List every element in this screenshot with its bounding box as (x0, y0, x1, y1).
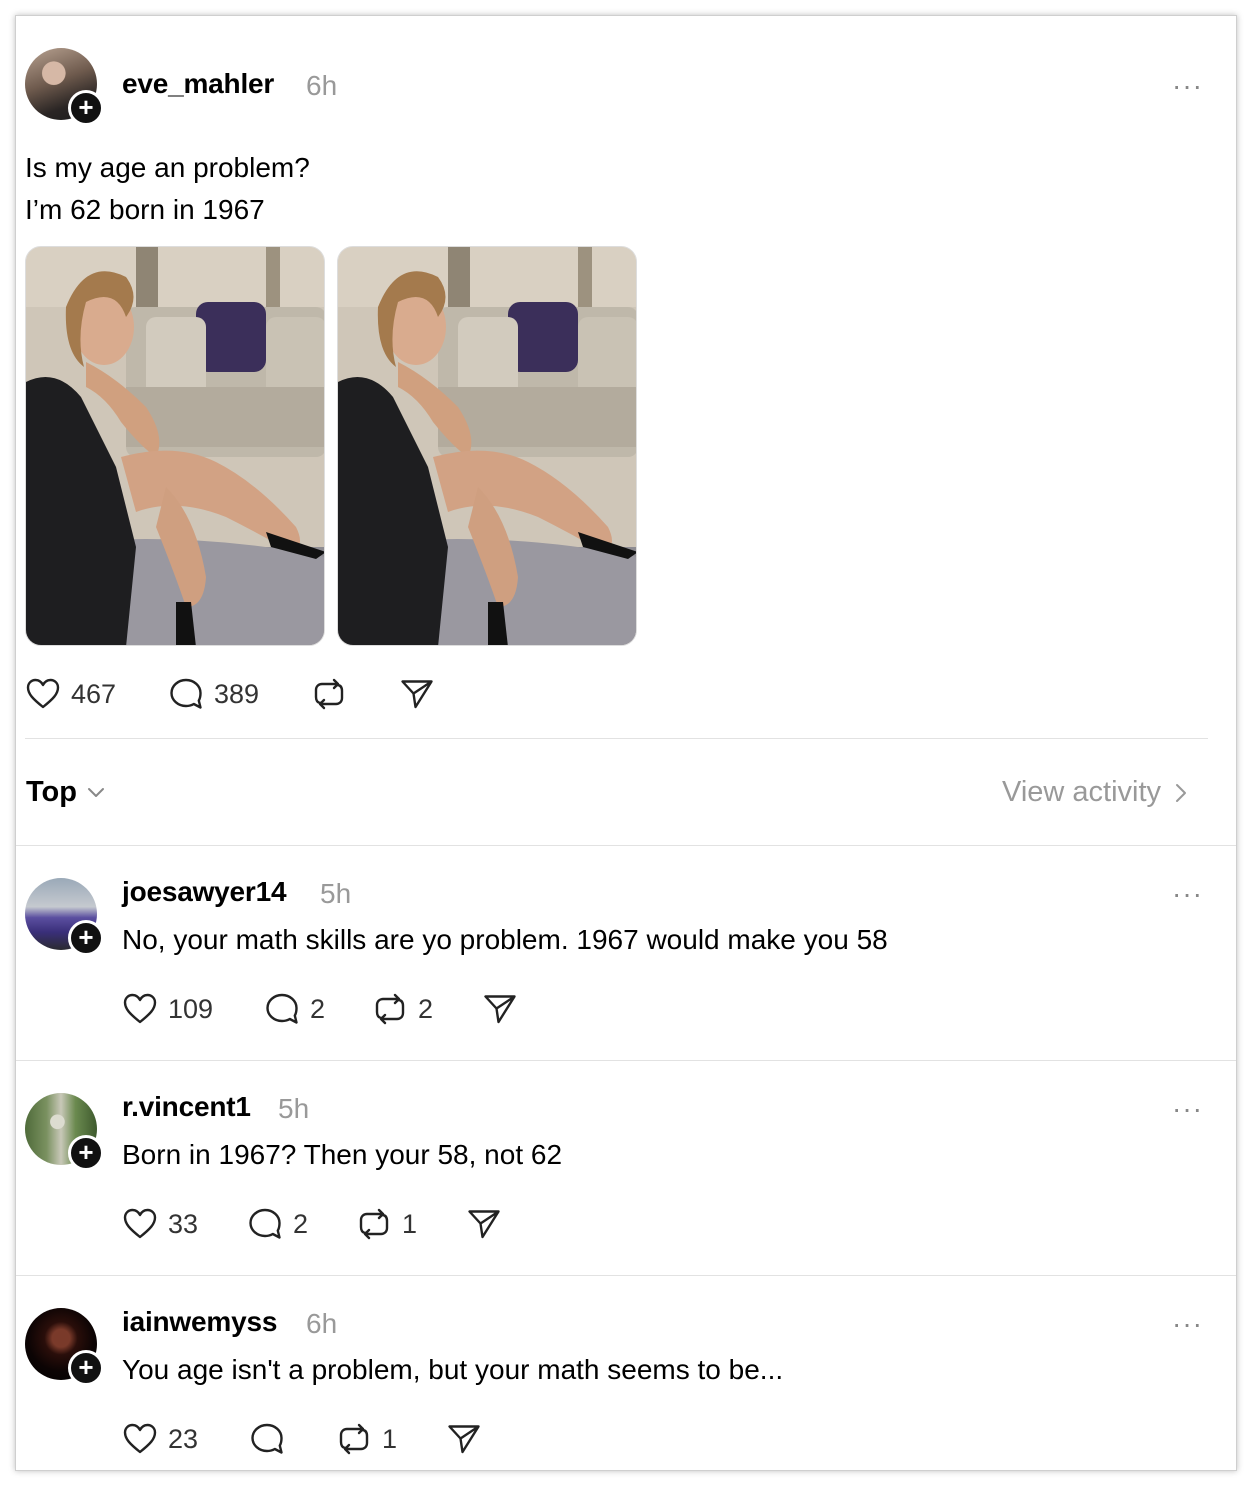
view-activity-link[interactable]: View activity (1002, 776, 1187, 809)
share-button[interactable] (399, 676, 435, 712)
divider (16, 845, 1236, 846)
chevron-down-icon (88, 787, 104, 797)
comment-icon (168, 676, 204, 712)
comment-icon (264, 991, 300, 1027)
comment-icon (247, 1206, 283, 1242)
post-time: 6h (306, 70, 338, 101)
repost-button[interactable]: 1 (336, 1421, 397, 1457)
send-icon (446, 1421, 482, 1457)
share-button[interactable] (482, 991, 518, 1027)
post-text: Is my age an problem? I’m 62 born in 196… (25, 147, 310, 231)
post-photo[interactable] (25, 246, 325, 646)
more-dots-icon[interactable]: ··· (1172, 70, 1203, 102)
follow-plus-icon[interactable]: + (68, 90, 104, 126)
comment-time: 5h (278, 1093, 310, 1124)
post-text-line: Is my age an problem? (25, 152, 310, 183)
more-dots-icon[interactable]: ··· (1172, 1308, 1203, 1340)
more-dots-icon[interactable]: ··· (1172, 878, 1203, 910)
reply-button[interactable]: 2 (264, 991, 325, 1027)
like-count: 23 (168, 1423, 199, 1454)
heart-icon (122, 991, 158, 1027)
more-dots-icon[interactable]: ··· (1172, 1093, 1203, 1125)
repost-icon (336, 1421, 372, 1457)
comment-username[interactable]: r.vincent1 (122, 1091, 251, 1123)
heart-icon (122, 1206, 158, 1242)
repost-count: 1 (402, 1208, 418, 1239)
like-button[interactable]: 33 (122, 1206, 198, 1242)
send-icon (466, 1206, 502, 1242)
photo-image (338, 247, 636, 645)
repost-icon (372, 991, 408, 1027)
comment-time: 6h (306, 1308, 338, 1339)
send-icon (399, 676, 435, 712)
comment-text: You age isn't a problem, but your math s… (122, 1354, 784, 1385)
like-count: 467 (71, 678, 117, 709)
repost-button[interactable]: 2 (372, 991, 433, 1027)
follow-plus-icon[interactable]: + (68, 1350, 104, 1386)
reply-count: 2 (293, 1208, 309, 1239)
post-text-line: I’m 62 born in 1967 (25, 194, 265, 225)
like-count: 109 (168, 993, 214, 1024)
share-button[interactable] (466, 1206, 502, 1242)
comment-text: Born in 1967? Then your 58, not 62 (122, 1139, 563, 1170)
reply-button[interactable]: 389 (168, 676, 259, 712)
repost-icon (356, 1206, 392, 1242)
repost-count: 1 (382, 1423, 398, 1454)
repost-button[interactable] (311, 676, 347, 712)
repost-count: 2 (418, 993, 434, 1024)
sort-label: Top (26, 776, 77, 808)
chevron-right-icon (1176, 783, 1187, 802)
sort-dropdown[interactable]: Top (26, 776, 105, 809)
like-count: 33 (168, 1208, 199, 1239)
thread-screen: + eve_mahler 6h ··· Is my age an problem… (15, 15, 1237, 1471)
like-button[interactable]: 23 (122, 1421, 198, 1457)
comment-username[interactable]: iainwemyss (122, 1306, 277, 1338)
follow-plus-icon[interactable]: + (68, 1135, 104, 1171)
divider (25, 738, 1208, 739)
divider (16, 1060, 1236, 1061)
repost-icon (311, 676, 347, 712)
send-icon (482, 991, 518, 1027)
divider (16, 1275, 1236, 1276)
like-button[interactable]: 467 (25, 676, 116, 712)
reply-count: 2 (310, 993, 326, 1024)
comment-username[interactable]: joesawyer14 (122, 876, 287, 908)
photo-image (26, 247, 324, 645)
comment-icon (249, 1421, 285, 1457)
view-activity-label: View activity (1002, 776, 1162, 808)
heart-icon (25, 676, 61, 712)
reply-button[interactable]: 2 (247, 1206, 308, 1242)
repost-button[interactable]: 1 (356, 1206, 417, 1242)
comment-text: No, your math skills are yo problem. 196… (122, 924, 888, 955)
comment-time: 5h (320, 878, 352, 909)
reply-count: 389 (214, 678, 260, 709)
like-button[interactable]: 109 (122, 991, 213, 1027)
heart-icon (122, 1421, 158, 1457)
post-photo[interactable] (337, 246, 637, 646)
follow-plus-icon[interactable]: + (68, 920, 104, 956)
share-button[interactable] (446, 1421, 482, 1457)
post-username[interactable]: eve_mahler (122, 68, 274, 100)
reply-button[interactable] (249, 1421, 295, 1457)
